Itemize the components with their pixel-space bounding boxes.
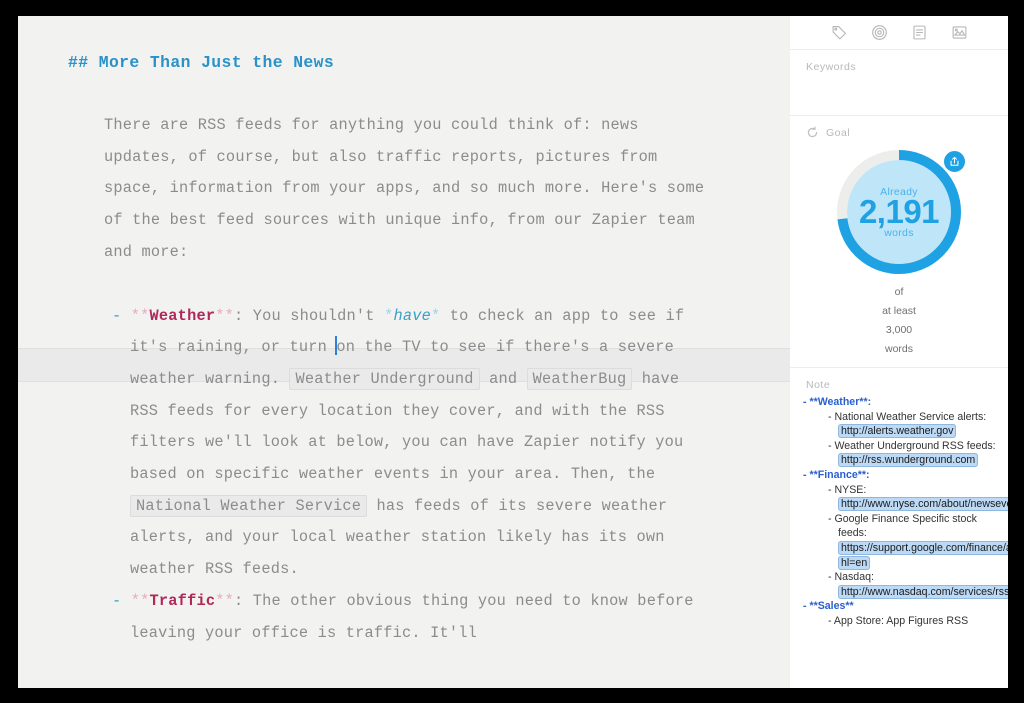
bullet-dash: - [112,591,122,610]
bullet-text-4: and [479,369,527,388]
note-url[interactable]: http://alerts.weather.gov [838,424,957,439]
inline-code-weatherbug: WeatherBug [526,367,633,390]
inline-code-weather-underground: Weather Underground [289,367,480,390]
note-url[interactable]: http://www.nasdaq.com/services/rss.aspx [838,584,1008,599]
note-line: - National Weather Service alerts: http:… [800,410,1000,439]
list-item: - **Weather**: You shouldn't *have* to c… [18,301,790,586]
goal-header: Goal [790,116,1008,139]
target-icon[interactable] [870,24,888,42]
note-line: - NYSE: http://www.nyse.com/about/newsev… [800,483,1008,512]
goal-label: Goal [826,126,851,139]
markdown-editor[interactable]: ## More Than Just the News There are RSS… [18,16,790,688]
document-body[interactable]: ## More Than Just the News There are RSS… [18,16,790,649]
note-line-text: - National Weather Service alerts: [828,410,987,423]
list-item: - **Traffic**: The other obvious thing y… [18,586,790,649]
image-icon[interactable] [950,24,968,42]
share-icon [949,156,960,167]
italic-marker-close: * [430,306,441,325]
bold-text: Weather [149,306,216,325]
note-section: Note - **Weather**: - National Weather Se… [790,368,1008,688]
bold-text: Traffic [149,591,216,610]
inline-code-national-weather-service: National Weather Service [130,494,368,517]
bullet-list: - **Weather**: You shouldn't *have* to c… [18,301,790,650]
goal-subtext: of at least 3,000 words [790,283,1008,359]
note-line-text: - Weather Underground RSS feeds: [828,439,996,452]
note-line: - Nasdaq: http://www.nasdaq.com/services… [800,570,1008,599]
note-url[interactable]: http://www.nyse.com/about/newsevents/114… [838,497,1008,512]
note-line: - Google Finance Specific stock feeds: h… [800,512,1008,570]
refresh-icon [806,126,819,139]
note-line-text: - NYSE: [828,483,867,496]
note-line: - App Store: App Figures RSS [800,614,1000,629]
document-heading: ## More Than Just the News [68,53,335,72]
goal-progress-ring[interactable]: Already 2,191 words [834,147,967,277]
bold-marker-close: ** [215,591,234,610]
note-line: - Weather Underground RSS feeds: http://… [800,439,1000,468]
bold-marker-open: ** [130,591,150,610]
bold-marker-open: ** [130,306,150,325]
tag-icon[interactable] [830,24,848,42]
editor-bottom-fade [18,682,790,688]
note-content[interactable]: - **Weather**: - National Weather Service… [790,391,1008,629]
panel-toolbar [790,16,1008,50]
goal-of: of [894,286,904,298]
note-line: - **Sales** [803,600,854,613]
note-line-text: - App Store: App Figures RSS [828,614,969,627]
goal-section: Goal Already 2,191 words of at least 3,0… [790,116,1008,368]
note-label: Note [806,379,831,391]
note-line-text: - Nasdaq: [828,571,874,584]
goal-target-unit: words [884,343,913,355]
keywords-section: Keywords [790,50,1008,116]
italic-text: have [393,306,431,325]
goal-at-least: at least [882,305,916,317]
note-url[interactable]: http://rss.wunderground.com [838,453,979,468]
app-window: ## More Than Just the News There are RSS… [18,16,1008,688]
bullet-text-1: : You shouldn't [233,306,385,325]
intro-paragraph: There are RSS feeds for anything you cou… [104,116,714,261]
bold-marker-close: ** [215,306,234,325]
note-url[interactable]: https://support.google.com/finance/answe… [838,540,1008,570]
inspector-panel: Keywords Goal Already 2,191 words of at … [790,16,1008,688]
bullet-dash: - [112,306,122,325]
note-line: - **Weather**: [803,396,872,408]
goal-target: 3,000 [885,324,913,336]
keywords-label: Keywords [806,61,857,73]
note-line-text: - Google Finance Specific stock feeds: [828,512,977,540]
share-button[interactable] [942,149,967,174]
note-line: - **Finance**: [803,468,870,481]
note-icon[interactable] [910,24,928,42]
